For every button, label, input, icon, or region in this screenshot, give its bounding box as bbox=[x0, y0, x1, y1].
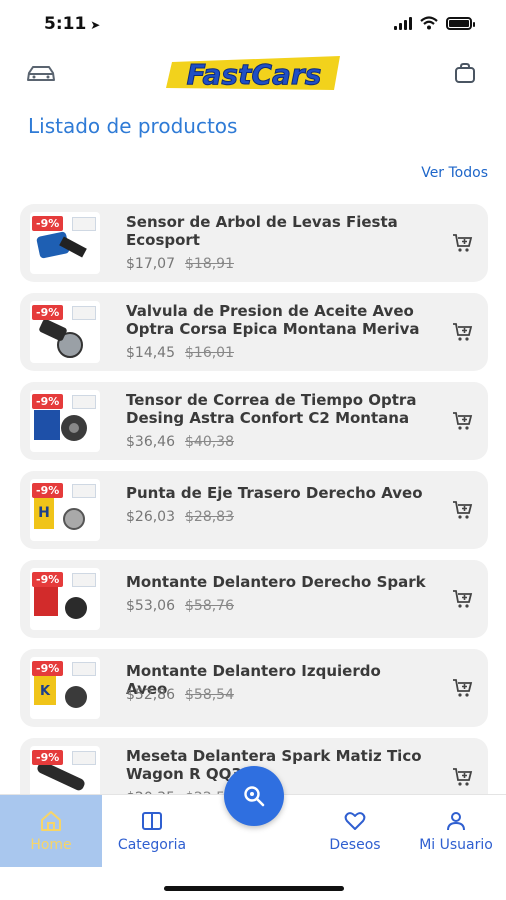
product-old-price: $58,76 bbox=[185, 598, 234, 614]
app-header: FastCars bbox=[0, 52, 506, 98]
add-to-cart-icon[interactable] bbox=[452, 410, 474, 432]
cellular-signal-icon bbox=[394, 16, 412, 30]
location-arrow-icon: ➤ bbox=[90, 18, 101, 32]
discount-badge: -9% bbox=[32, 216, 64, 231]
columns-icon bbox=[142, 812, 162, 830]
product-old-price: $28,83 bbox=[185, 509, 234, 525]
search-icon bbox=[244, 786, 265, 807]
product-old-price: $16,01 bbox=[185, 345, 234, 361]
add-to-cart-icon[interactable] bbox=[452, 677, 474, 699]
heart-icon bbox=[344, 812, 366, 830]
svg-text:K: K bbox=[40, 684, 51, 699]
status-bar: 5:11 ➤ bbox=[0, 0, 506, 48]
svg-text:H: H bbox=[38, 505, 50, 521]
product-price: $17,07 bbox=[126, 256, 175, 272]
product-image: -9% bbox=[30, 390, 100, 452]
status-time: 5:11 ➤ bbox=[44, 14, 100, 34]
tab-categoria[interactable]: Categoria bbox=[104, 795, 200, 867]
product-price: $36,46 bbox=[126, 434, 175, 450]
product-price: $14,45 bbox=[126, 345, 175, 361]
product-name: Tensor de Correa de Tiempo Optra Desing … bbox=[126, 391, 417, 427]
battery-icon bbox=[446, 16, 475, 30]
status-icons bbox=[394, 16, 475, 30]
tab-mi-usuario[interactable]: Mi Usuario bbox=[406, 795, 506, 867]
section-title: Listado de productos bbox=[28, 114, 238, 138]
fastcars-logo: FastCars bbox=[166, 56, 340, 92]
product-prices: $26,03 $28,83 bbox=[126, 509, 234, 525]
product-price: $26,03 bbox=[126, 509, 175, 525]
shopping-bag-icon[interactable] bbox=[454, 62, 476, 84]
product-image: K -9% bbox=[30, 657, 100, 719]
discount-badge: -9% bbox=[32, 661, 64, 676]
tab-deseos[interactable]: Deseos bbox=[310, 795, 400, 867]
add-to-cart-icon[interactable] bbox=[452, 766, 474, 788]
product-prices: $53,06 $58,76 bbox=[126, 598, 234, 614]
product-image: -9% bbox=[30, 212, 100, 274]
product-image: -9% bbox=[30, 301, 100, 363]
product-prices: $14,45 $16,01 bbox=[126, 345, 234, 361]
product-prices: $17,07 $18,91 bbox=[126, 256, 234, 272]
product-list: -9% Sensor de Arbol de Levas Fiesta Ecos… bbox=[20, 204, 488, 827]
car-icon[interactable] bbox=[26, 64, 56, 84]
discount-badge: -9% bbox=[32, 750, 64, 765]
tab-mi-usuario-label: Mi Usuario bbox=[419, 837, 493, 853]
home-icon bbox=[41, 811, 61, 831]
add-to-cart-icon[interactable] bbox=[452, 588, 474, 610]
product-price: $53,06 bbox=[126, 598, 175, 614]
product-name: Sensor de Arbol de Levas Fiesta Ecosport bbox=[126, 213, 398, 249]
product-image: -9% bbox=[30, 568, 100, 630]
add-to-cart-icon[interactable] bbox=[452, 321, 474, 343]
discount-badge: -9% bbox=[32, 305, 64, 320]
product-prices: $52,86 $58,54 bbox=[126, 687, 234, 703]
discount-badge: -9% bbox=[32, 572, 64, 587]
see-all-link[interactable]: Ver Todos bbox=[421, 165, 488, 181]
add-to-cart-icon[interactable] bbox=[452, 232, 474, 254]
tab-home[interactable]: Home bbox=[0, 795, 102, 867]
product-name: Valvula de Presion de Aceite Aveo Optra … bbox=[126, 302, 420, 338]
product-old-price: $40,38 bbox=[185, 434, 234, 450]
user-icon bbox=[447, 812, 465, 831]
product-price: $52,86 bbox=[126, 687, 175, 703]
product-name: Montante Delantero Derecho Spark bbox=[126, 573, 426, 591]
tab-deseos-label: Deseos bbox=[329, 837, 381, 853]
logo-text: FastCars bbox=[187, 58, 322, 91]
product-card[interactable]: K -9% Montante Delantero Izquierdo Aveo … bbox=[20, 649, 488, 727]
search-fab-button[interactable] bbox=[224, 766, 284, 826]
product-card[interactable]: -9% Tensor de Correa de Tiempo Optra Des… bbox=[20, 382, 488, 460]
tab-categoria-label: Categoria bbox=[117, 837, 187, 853]
product-image: H -9% bbox=[30, 479, 100, 541]
tab-home-label: Home bbox=[30, 837, 72, 853]
product-old-price: $58,54 bbox=[185, 687, 234, 703]
product-card[interactable]: -9% Sensor de Arbol de Levas Fiesta Ecos… bbox=[20, 204, 488, 282]
product-card[interactable]: -9% Montante Delantero Derecho Spark $53… bbox=[20, 560, 488, 638]
status-time-text: 5:11 bbox=[44, 14, 87, 34]
home-indicator bbox=[164, 886, 344, 891]
product-card[interactable]: H -9% Punta de Eje Trasero Derecho Aveo … bbox=[20, 471, 488, 549]
add-to-cart-icon[interactable] bbox=[452, 499, 474, 521]
product-prices: $36,46 $40,38 bbox=[126, 434, 234, 450]
discount-badge: -9% bbox=[32, 483, 64, 498]
discount-badge: -9% bbox=[32, 394, 64, 409]
wifi-icon bbox=[420, 16, 438, 30]
product-card[interactable]: -9% Valvula de Presion de Aceite Aveo Op… bbox=[20, 293, 488, 371]
product-old-price: $18,91 bbox=[185, 256, 234, 272]
product-name: Punta de Eje Trasero Derecho Aveo bbox=[126, 484, 423, 502]
